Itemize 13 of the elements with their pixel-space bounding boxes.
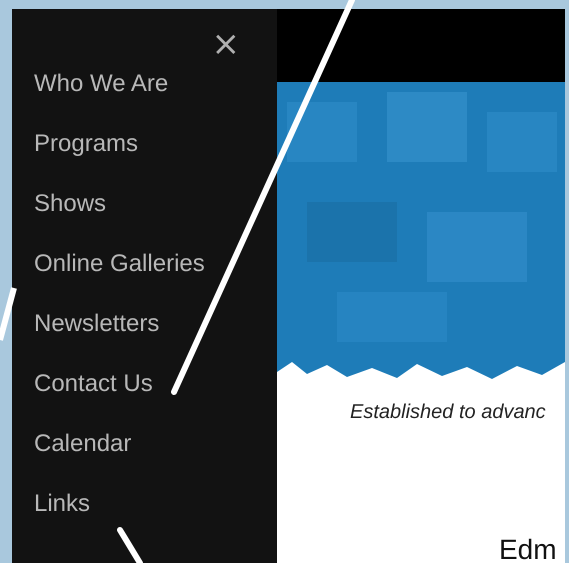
menu-item[interactable]: Contact Us — [34, 369, 153, 399]
menu-item[interactable]: Calendar — [34, 429, 132, 459]
close-button[interactable]: × — [212, 29, 240, 59]
menu-item[interactable]: Who We Are — [34, 69, 168, 99]
page-heading: Edm — [499, 534, 558, 563]
menu-item[interactable]: Shows — [34, 189, 106, 219]
menu-item[interactable]: Online Galleries — [34, 249, 205, 279]
menu-item[interactable]: Newsletters — [34, 309, 160, 339]
leader-line — [0, 287, 17, 341]
leader-line — [117, 527, 143, 563]
tagline: Established to advanc — [350, 401, 547, 424]
menu-item[interactable]: Links — [34, 489, 90, 519]
menu-item[interactable]: Programs — [34, 129, 138, 159]
